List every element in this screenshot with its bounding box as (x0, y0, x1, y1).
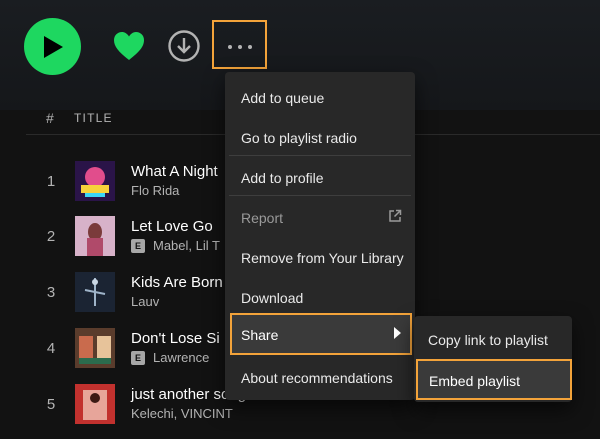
menu-item-label: Copy link to playlist (428, 332, 548, 348)
track-title[interactable]: Kids Are Born (131, 274, 223, 291)
track-number: 2 (46, 228, 56, 245)
menu-item-label: Share (241, 327, 279, 343)
explicit-badge: E (131, 238, 145, 253)
track-artist: Kelechi, VINCINT (131, 406, 233, 421)
track-artist: E Mabel, Lil T (131, 238, 220, 253)
heart-icon[interactable] (112, 30, 146, 62)
download-icon[interactable] (167, 29, 201, 63)
artist-link[interactable]: Kelechi, VINCINT (131, 406, 233, 421)
submenu-arrow-icon (394, 327, 401, 339)
album-cover-image (75, 328, 115, 368)
menu-item-label: Add to queue (241, 90, 325, 106)
index-column-header: # (46, 110, 54, 126)
track-artist: E Lawrence (131, 350, 209, 365)
play-button[interactable] (24, 18, 81, 75)
track-title[interactable]: Don't Lose Si (131, 330, 220, 347)
title-column-header[interactable]: TITLE (74, 111, 113, 125)
external-link-icon (389, 209, 402, 222)
track-number: 4 (46, 340, 56, 357)
context-menu: Add to queue Go to playlist radio Add to… (225, 72, 415, 400)
artist-link[interactable]: Lauv (131, 294, 159, 309)
artist-link[interactable]: Lawrence (153, 350, 209, 365)
menu-item-about-recommendations[interactable]: About recommendations (225, 356, 415, 396)
album-cover-image (75, 161, 115, 201)
menu-item-share[interactable]: Share (230, 313, 412, 355)
album-cover-image (75, 384, 115, 424)
track-number: 3 (46, 284, 56, 301)
track-artist: Flo Rida (131, 183, 179, 198)
menu-item-label: Embed playlist (429, 373, 521, 389)
more-options-button[interactable] (212, 20, 267, 69)
menu-item-label: Go to playlist radio (241, 130, 357, 146)
menu-item-add-to-queue[interactable]: Add to queue (225, 76, 415, 116)
artist-link[interactable]: Mabel, Lil T (153, 238, 220, 253)
explicit-badge: E (131, 350, 145, 365)
menu-item-label: Add to profile (241, 170, 324, 186)
play-icon (43, 35, 63, 58)
track-title[interactable]: What A Night (131, 163, 218, 180)
track-number: 1 (46, 173, 56, 190)
menu-item-add-to-profile[interactable]: Add to profile (225, 156, 415, 196)
track-artist: Lauv (131, 294, 159, 309)
share-submenu: Copy link to playlist Embed playlist (414, 316, 572, 402)
album-cover-image (75, 216, 115, 256)
menu-item-copy-link[interactable]: Copy link to playlist (414, 318, 572, 358)
menu-item-report[interactable]: Report (225, 196, 415, 236)
menu-item-label: Report (241, 210, 284, 226)
artist-link[interactable]: Flo Rida (131, 183, 179, 198)
menu-item-label: Remove from Your Library (241, 250, 404, 266)
menu-item-playlist-radio[interactable]: Go to playlist radio (225, 116, 415, 156)
more-options-icon (225, 36, 255, 54)
album-cover-image (75, 272, 115, 312)
menu-item-remove-from-library[interactable]: Remove from Your Library (225, 236, 415, 276)
menu-item-embed-playlist[interactable]: Embed playlist (416, 359, 572, 400)
menu-item-label: About recommendations (241, 370, 393, 386)
track-number: 5 (46, 396, 56, 413)
menu-item-label: Download (241, 290, 304, 306)
menu-item-download[interactable]: Download (225, 276, 415, 316)
track-title[interactable]: Let Love Go (131, 218, 213, 235)
